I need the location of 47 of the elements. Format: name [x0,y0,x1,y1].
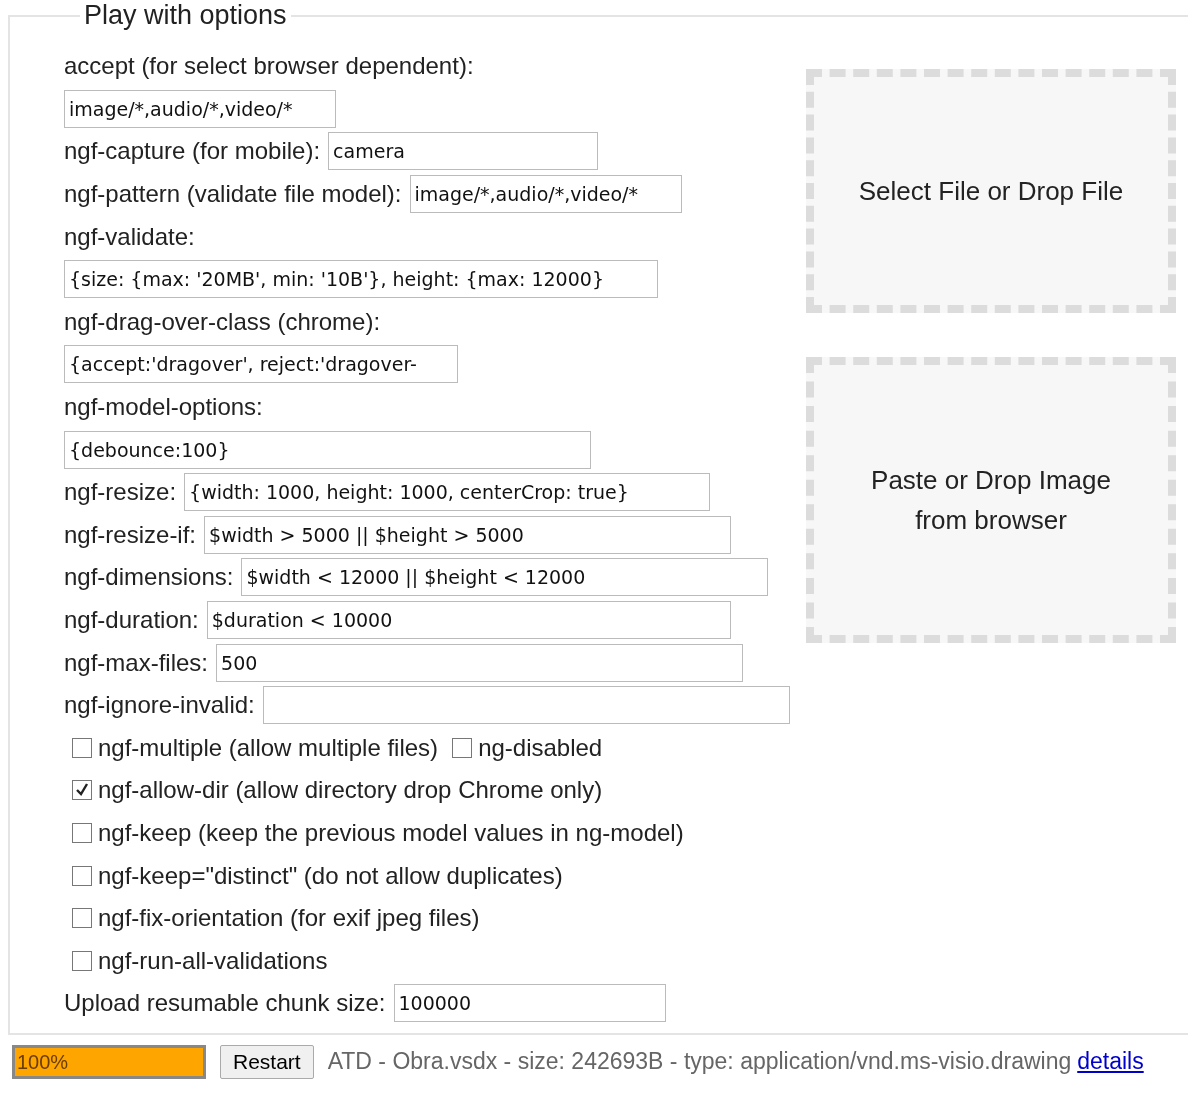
field-label: ngf-resize-if: [64,520,197,549]
file-info: ATD - Obra.vsdx - size: 242693B - type: application/vnd.ms-visio.drawing [327,1048,1072,1076]
checkbox-label: ngf-fix-orientation (for exif jpeg files) [98,904,480,933]
checkbox-label: ngf-keep (keep the previous model values in ng-model) [98,819,684,847]
field-label: ngf-model-options: [64,393,263,422]
input-field[interactable]: {debounce:100} [64,430,591,469]
input-field[interactable]: $duration < 10000 [206,601,731,639]
checkbox-label: ngf-multiple (allow multiple files) [98,733,439,762]
field-label: ngf-drag-over-class (chrome): [64,307,381,336]
checkbox[interactable] [72,950,92,971]
field-label: accept (for select browser dependent): [64,52,474,81]
checkbox-label: ngf-allow-dir (allow directory drop Chrome only) [98,776,603,805]
drop-zone[interactable]: Select File or Drop File [806,69,1176,313]
field-label: ngf-dimensions: [64,563,234,592]
input-field[interactable]: 500 [216,643,744,682]
drop-zone[interactable]: Paste or Drop Image from browser [806,357,1176,643]
field-label: ngf-validate: [64,222,195,251]
details-link[interactable]: details [1077,1048,1144,1076]
checkbox-label: ngf-keep="distinct" (do not allow duplicates) [98,861,563,890]
input-field[interactable]: $width < 12000 || $height < 12000 [241,558,769,597]
checkbox-label: ng-disabled [478,733,603,762]
field-label: ngf-pattern (validate file model): [64,180,402,209]
field-label: ngf-resize: [64,478,177,507]
checkbox[interactable] [72,865,92,886]
input-field[interactable]: $width > 5000 || $height > 5000 [204,515,732,554]
input-field[interactable]: {width: 1000, height: 1000, centerCrop: true} [184,473,711,512]
panel-title: Play with options [84,0,287,30]
checkbox[interactable] [72,737,92,758]
input-field[interactable]: {accept:'dragover', reject:'dragover- [64,345,458,384]
input-field[interactable] [262,686,790,725]
checkbox[interactable] [452,737,473,758]
input-field[interactable]: camera [328,132,599,171]
checkbox[interactable] [72,908,92,929]
field-label: ngf-duration: [64,606,199,634]
checkbox[interactable] [72,780,92,801]
checkbox[interactable] [72,823,92,843]
input-field[interactable]: {size: {max: '20MB', min: '10B'}, height: {max: 12000} [64,260,658,299]
field-label: ngf-max-files: [64,648,209,677]
field-label: Upload resumable chunk size: [64,989,386,1018]
input-field[interactable]: 100000 [393,984,666,1023]
checkbox-label: ngf-run-all-validations [98,946,328,975]
input-field[interactable]: image/*,audio/*,video/* [409,175,682,214]
input-field[interactable]: image/*,audio/*,video/* [64,89,336,128]
field-label: ngf-ignore-invalid: [64,691,255,720]
progress-text: 100% [17,1050,69,1074]
field-label: ngf-capture (for mobile): [64,137,321,166]
restart-button[interactable]: Restart [220,1044,314,1079]
